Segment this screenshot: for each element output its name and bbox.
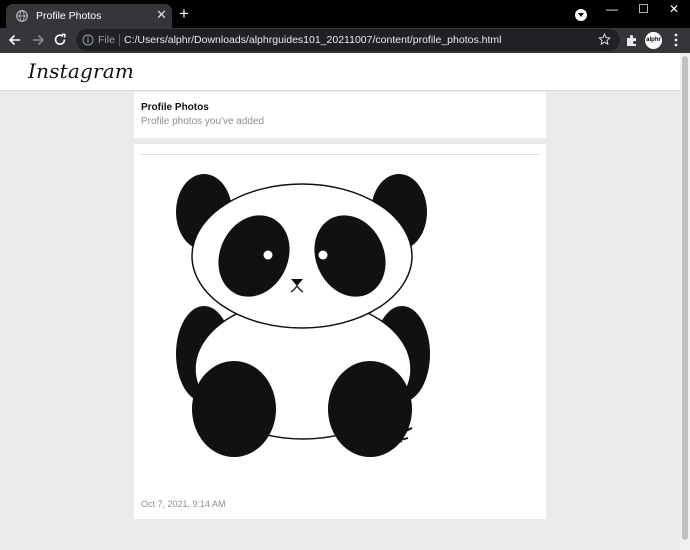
- profile-photo-panda[interactable]: [174, 174, 444, 479]
- tab-title: Profile Photos: [36, 10, 102, 22]
- section-header-card: Profile Photos Profile photos you've add…: [134, 92, 546, 138]
- file-label: File: [98, 34, 115, 46]
- photo-timestamp: Oct 7, 2021, 9:14 AM: [141, 499, 226, 509]
- photo-card: Oct 7, 2021, 9:14 AM: [134, 144, 546, 519]
- url-text[interactable]: C:/Users/alphr/Downloads/alphrguides101_…: [124, 34, 501, 46]
- address-bar[interactable]: File C:/Users/alphr/Downloads/alphrguide…: [76, 29, 620, 51]
- section-subtitle: Profile photos you've added: [141, 116, 265, 127]
- info-icon[interactable]: [82, 34, 94, 46]
- divider: [141, 154, 539, 155]
- instagram-header: Instagram: [0, 53, 680, 91]
- section-title: Profile Photos: [141, 102, 209, 113]
- extensions-icon[interactable]: [625, 33, 639, 47]
- back-icon[interactable]: [7, 32, 23, 48]
- star-icon[interactable]: [598, 33, 611, 46]
- profile-avatar[interactable]: alphr: [645, 32, 662, 49]
- reload-icon[interactable]: [52, 32, 68, 48]
- tab-profile-photos[interactable]: Profile Photos ✕: [6, 4, 172, 28]
- browser-toolbar: File C:/Users/alphr/Downloads/alphrguide…: [0, 28, 690, 53]
- maximize-button[interactable]: ☐: [638, 2, 649, 16]
- address-divider: [119, 34, 120, 46]
- instagram-logo[interactable]: Instagram: [28, 59, 134, 83]
- media-control-icon[interactable]: [575, 9, 587, 21]
- close-window-button[interactable]: ✕: [669, 2, 679, 16]
- tab-close-icon[interactable]: ✕: [156, 8, 167, 22]
- menu-icon[interactable]: [674, 32, 678, 48]
- minimize-button[interactable]: —: [606, 2, 618, 16]
- forward-icon[interactable]: [30, 32, 46, 48]
- browser-titlebar: Profile Photos ✕ + — ☐ ✕: [0, 0, 690, 28]
- globe-icon: [16, 10, 28, 22]
- new-tab-button[interactable]: +: [179, 5, 189, 23]
- scrollbar-thumb[interactable]: [682, 56, 688, 540]
